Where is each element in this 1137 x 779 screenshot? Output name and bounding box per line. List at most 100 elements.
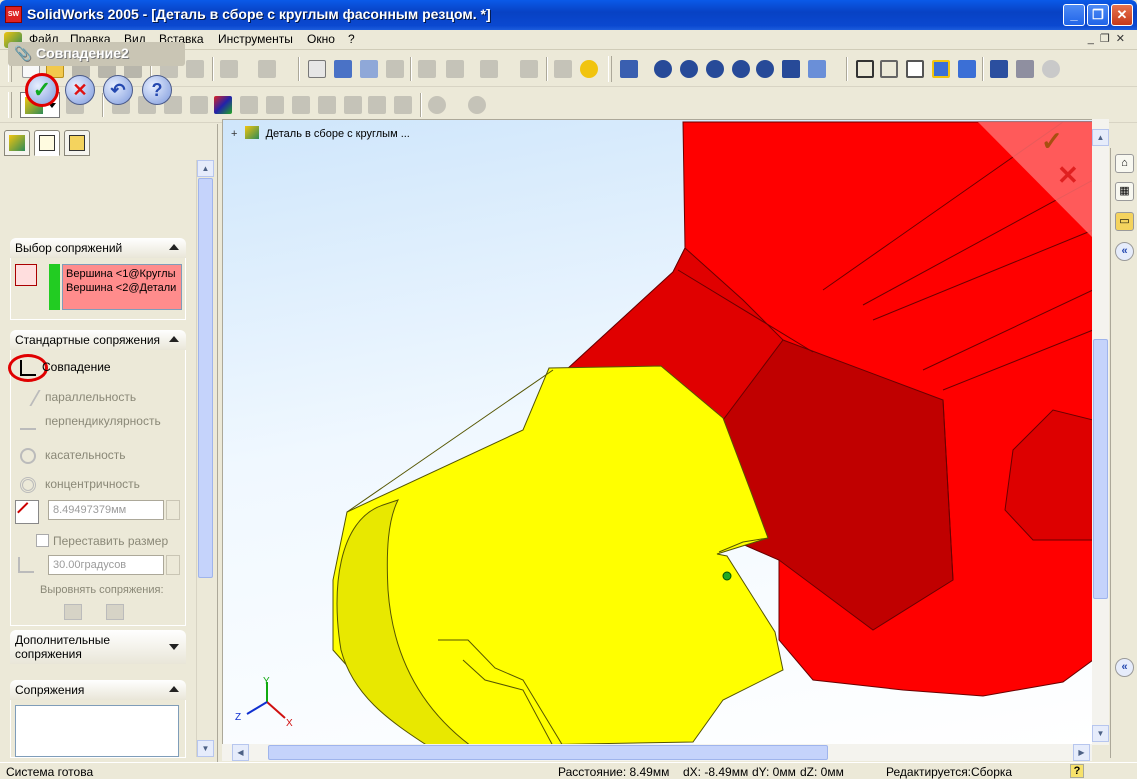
mate-concentric-option[interactable]: концентричность (20, 477, 140, 493)
toolbar-grip[interactable] (608, 56, 612, 82)
shadows-icon[interactable] (990, 60, 1008, 78)
advanced-mates-group-header[interactable]: Дополнительные сопряжения (10, 630, 186, 664)
standard-views-icon[interactable] (808, 60, 826, 78)
zoom-area-icon[interactable] (680, 60, 698, 78)
list-item[interactable]: Вершина <1@Круглы (66, 267, 178, 281)
mate-tangent-option[interactable]: касательность (20, 448, 126, 464)
layer-icon[interactable] (480, 60, 498, 78)
options-icon[interactable] (446, 60, 464, 78)
viewport-vertical-scrollbar[interactable]: ▲ ▼ (1092, 119, 1109, 745)
help-icon[interactable] (580, 60, 598, 78)
shaded-with-edges-icon[interactable] (932, 60, 950, 78)
interference-detection-icon[interactable] (240, 96, 258, 114)
new-assembly-icon[interactable] (368, 96, 386, 114)
coincident-vertex-point[interactable] (722, 571, 732, 581)
zoom-in-out-icon[interactable] (706, 60, 724, 78)
zoom-selection-icon[interactable] (732, 60, 750, 78)
properties-icon[interactable] (554, 60, 572, 78)
solidworks-app-icon[interactable]: SW (5, 6, 22, 23)
previous-view-icon[interactable] (620, 60, 638, 78)
show-hidden-components-icon[interactable] (394, 96, 412, 114)
collapse-arrow-icon[interactable] (169, 686, 179, 692)
scroll-left-button[interactable]: ◀ (232, 744, 249, 761)
distance-input[interactable]: 8.49497379мм (48, 500, 164, 520)
scroll-up-button[interactable]: ▲ (1092, 129, 1109, 146)
menu-help[interactable]: ? (348, 32, 355, 46)
collapse-arrow-icon[interactable] (169, 244, 179, 250)
smart-fasteners-icon[interactable] (190, 96, 208, 114)
pan-icon[interactable] (782, 60, 800, 78)
zoom-fit-icon[interactable] (654, 60, 672, 78)
mates-list[interactable] (15, 705, 179, 757)
mate-parallel-option[interactable]: параллельность (15, 390, 136, 406)
undo-icon[interactable] (220, 60, 238, 78)
confirm-check-icon[interactable]: ✓ (1041, 126, 1063, 157)
menu-tools[interactable]: Инструменты (218, 32, 293, 46)
rebuild-icon[interactable] (334, 60, 352, 78)
realview-icon[interactable] (1042, 60, 1060, 78)
assembly-model[interactable] (223, 120, 1092, 745)
grid-icon[interactable] (418, 60, 436, 78)
home-icon[interactable]: ⌂ (1115, 154, 1134, 173)
scroll-thumb[interactable] (1093, 339, 1108, 599)
anti-aligned-icon[interactable] (106, 604, 124, 620)
flip-dimension-checkbox[interactable] (36, 534, 49, 547)
panel-scrollbar[interactable]: ▲ ▼ (196, 160, 214, 757)
smart-dimension-icon[interactable] (386, 60, 404, 78)
scroll-right-button[interactable]: ▶ (1073, 744, 1090, 761)
viewport-horizontal-scrollbar[interactable]: ◀ ▶ (222, 744, 1092, 761)
cancel-x-icon[interactable]: ✕ (1057, 160, 1079, 191)
scroll-down-button[interactable]: ▼ (197, 740, 214, 757)
mates-group-header[interactable]: Сопряжения (10, 680, 186, 700)
scroll-up-button[interactable]: ▲ (197, 160, 214, 177)
list-item[interactable]: Вершина <2@Детали (66, 281, 178, 295)
edit-component-icon[interactable] (318, 96, 336, 114)
hidden-lines-removed-icon[interactable] (906, 60, 924, 78)
tab-configuration-manager[interactable] (64, 130, 90, 156)
physical-dynamics-icon[interactable] (468, 96, 486, 114)
section-view-icon[interactable] (1016, 60, 1034, 78)
scroll-thumb[interactable] (268, 745, 828, 760)
library-icon[interactable]: ▦ (1115, 182, 1134, 201)
wireframe-icon[interactable] (856, 60, 874, 78)
angle-spinner[interactable] (166, 555, 180, 575)
mate-coincident-option[interactable]: Совпадение (20, 360, 111, 376)
maximize-button[interactable]: ❐ (1087, 4, 1109, 26)
status-help-icon[interactable]: ? (1070, 764, 1084, 778)
hide-show-components-icon[interactable] (266, 96, 284, 114)
folder-icon[interactable]: ▭ (1115, 212, 1134, 231)
graphics-viewport[interactable]: ✓ ✕ + Деталь в сборе с круглым ... Y X Z (222, 119, 1092, 745)
measure-icon[interactable] (520, 60, 538, 78)
angle-input[interactable]: 30.00градусов (48, 555, 164, 575)
explode-view-icon[interactable] (214, 96, 232, 114)
standard-mates-group-header[interactable]: Стандартные сопряжения (10, 330, 186, 350)
expand-plus-icon[interactable]: + (231, 128, 237, 140)
change-suppression-icon[interactable] (292, 96, 310, 114)
cancel-button[interactable]: ✕ (65, 75, 95, 105)
select-icon[interactable] (308, 60, 326, 78)
rotate-view-icon[interactable] (756, 60, 774, 78)
distance-mate-button[interactable] (15, 500, 39, 524)
expand-arrow-icon[interactable] (169, 644, 179, 650)
menu-window[interactable]: Окно (307, 32, 335, 46)
angle-mate-icon[interactable] (18, 557, 34, 573)
distance-spinner[interactable] (166, 500, 180, 520)
aligned-icon[interactable] (64, 604, 82, 620)
mate-perpendicular-option[interactable]: перпендикулярность (20, 414, 161, 430)
toolbar-grip[interactable] (8, 92, 12, 118)
close-button[interactable]: ✕ (1111, 4, 1133, 26)
tab-property-manager[interactable] (34, 130, 60, 156)
minimize-button[interactable]: _ (1063, 4, 1085, 26)
help-button[interactable]: ? (142, 75, 172, 105)
flyout-tree-item[interactable]: + Деталь в сборе с круглым ... (231, 126, 410, 140)
collapse-pane-icon[interactable]: « (1115, 242, 1134, 261)
simulation-icon[interactable] (428, 96, 446, 114)
shaded-icon[interactable] (958, 60, 976, 78)
new-part-icon[interactable] (344, 96, 362, 114)
collapse-arrow-icon[interactable] (169, 336, 179, 342)
sketch-icon[interactable] (360, 60, 378, 78)
scroll-thumb[interactable] (198, 178, 213, 578)
redo-icon[interactable] (258, 60, 276, 78)
copy-icon[interactable] (186, 60, 204, 78)
document-window-buttons[interactable]: _❐✕ (1088, 32, 1131, 45)
